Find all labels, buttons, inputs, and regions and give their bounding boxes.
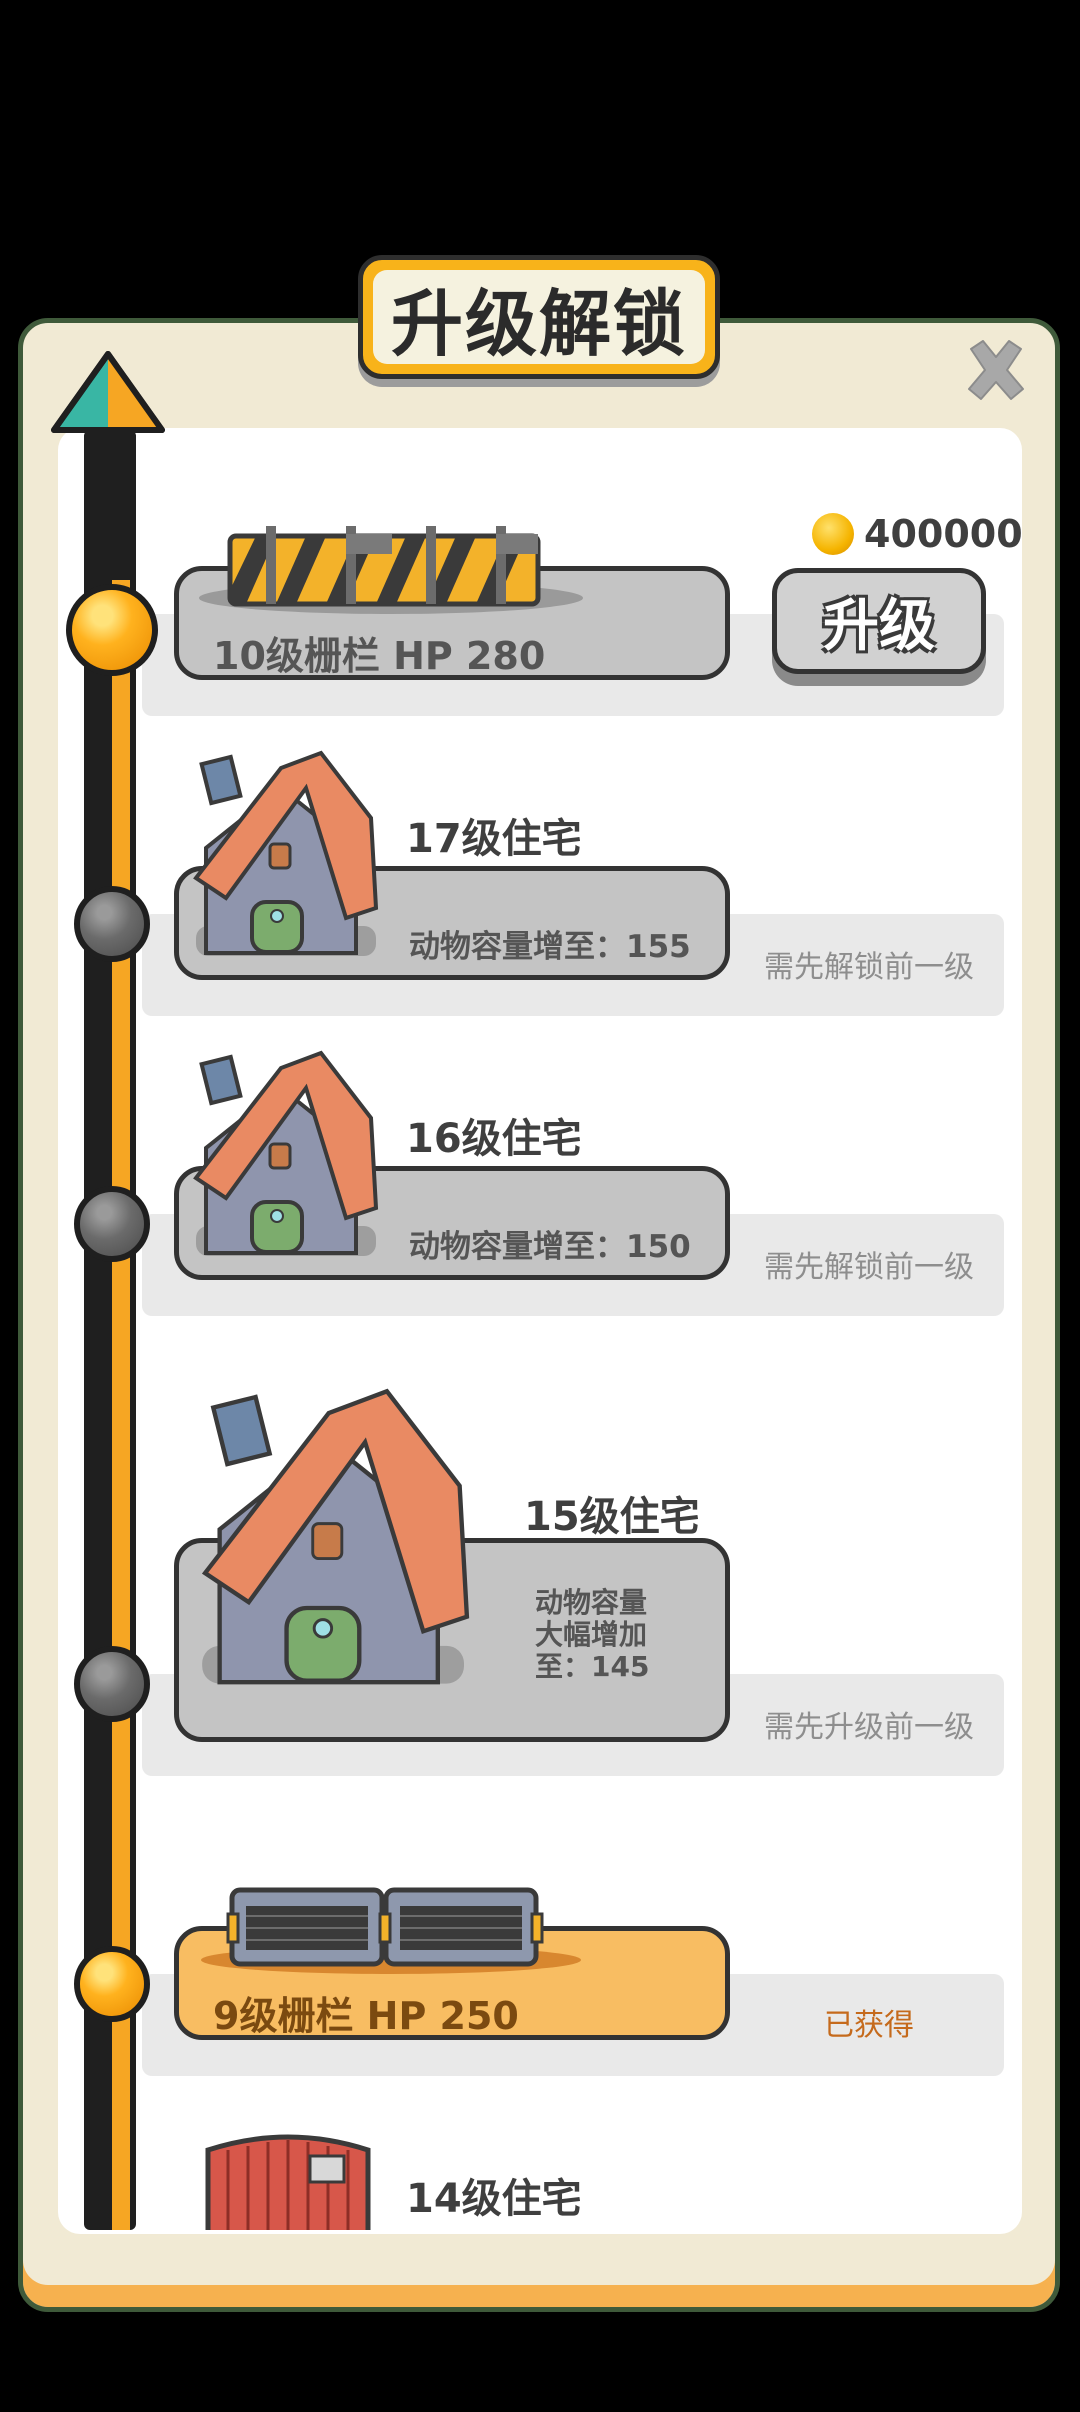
striped-fence-image: [199, 526, 583, 614]
cost-value: 400000: [864, 512, 1023, 556]
timeline-node: [74, 1646, 150, 1722]
timeline-arrow-icon: [51, 351, 165, 433]
item-title: 15级住宅: [524, 1494, 700, 1540]
item-title: 14级住宅: [406, 2176, 582, 2222]
item-label: 动物容量 大幅增加 至：145: [535, 1586, 650, 1683]
house-image: [193, 1050, 379, 1256]
item-status: 需先解锁前一级: [764, 950, 974, 985]
timeline-node: [74, 886, 150, 962]
brick-house-image: [200, 2130, 376, 2230]
item-label: 10级栅栏 HP 280: [213, 634, 546, 678]
timeline-node: [74, 1186, 150, 1262]
gold-coin-icon: [812, 513, 854, 555]
item-label: 9级栅栏 HP 250: [213, 1994, 519, 2038]
timeline-node-current: [66, 584, 158, 676]
item-label: 动物容量增至：150: [409, 1229, 691, 1265]
mesh-fence-image: [201, 1887, 581, 1974]
dialog-title: 升级解锁: [373, 270, 705, 366]
item-title: 16级住宅: [406, 1116, 582, 1162]
house-image: [193, 750, 379, 956]
cost-display: 400000: [812, 512, 1023, 556]
item-status: 已获得: [824, 2008, 914, 2043]
timeline-node: [74, 1946, 150, 2022]
item-title: 17级住宅: [406, 816, 582, 862]
close-button[interactable]: [958, 332, 1034, 408]
close-icon: [968, 340, 1024, 400]
upgrade-button[interactable]: 升级: [772, 568, 986, 674]
title-plate: 升级解锁: [358, 255, 720, 379]
house-large-image: [201, 1388, 470, 1685]
item-label: 动物容量增至：155: [409, 929, 691, 965]
item-status: 需先解锁前一级: [764, 1250, 974, 1285]
item-status: 需先升级前一级: [764, 1710, 974, 1745]
